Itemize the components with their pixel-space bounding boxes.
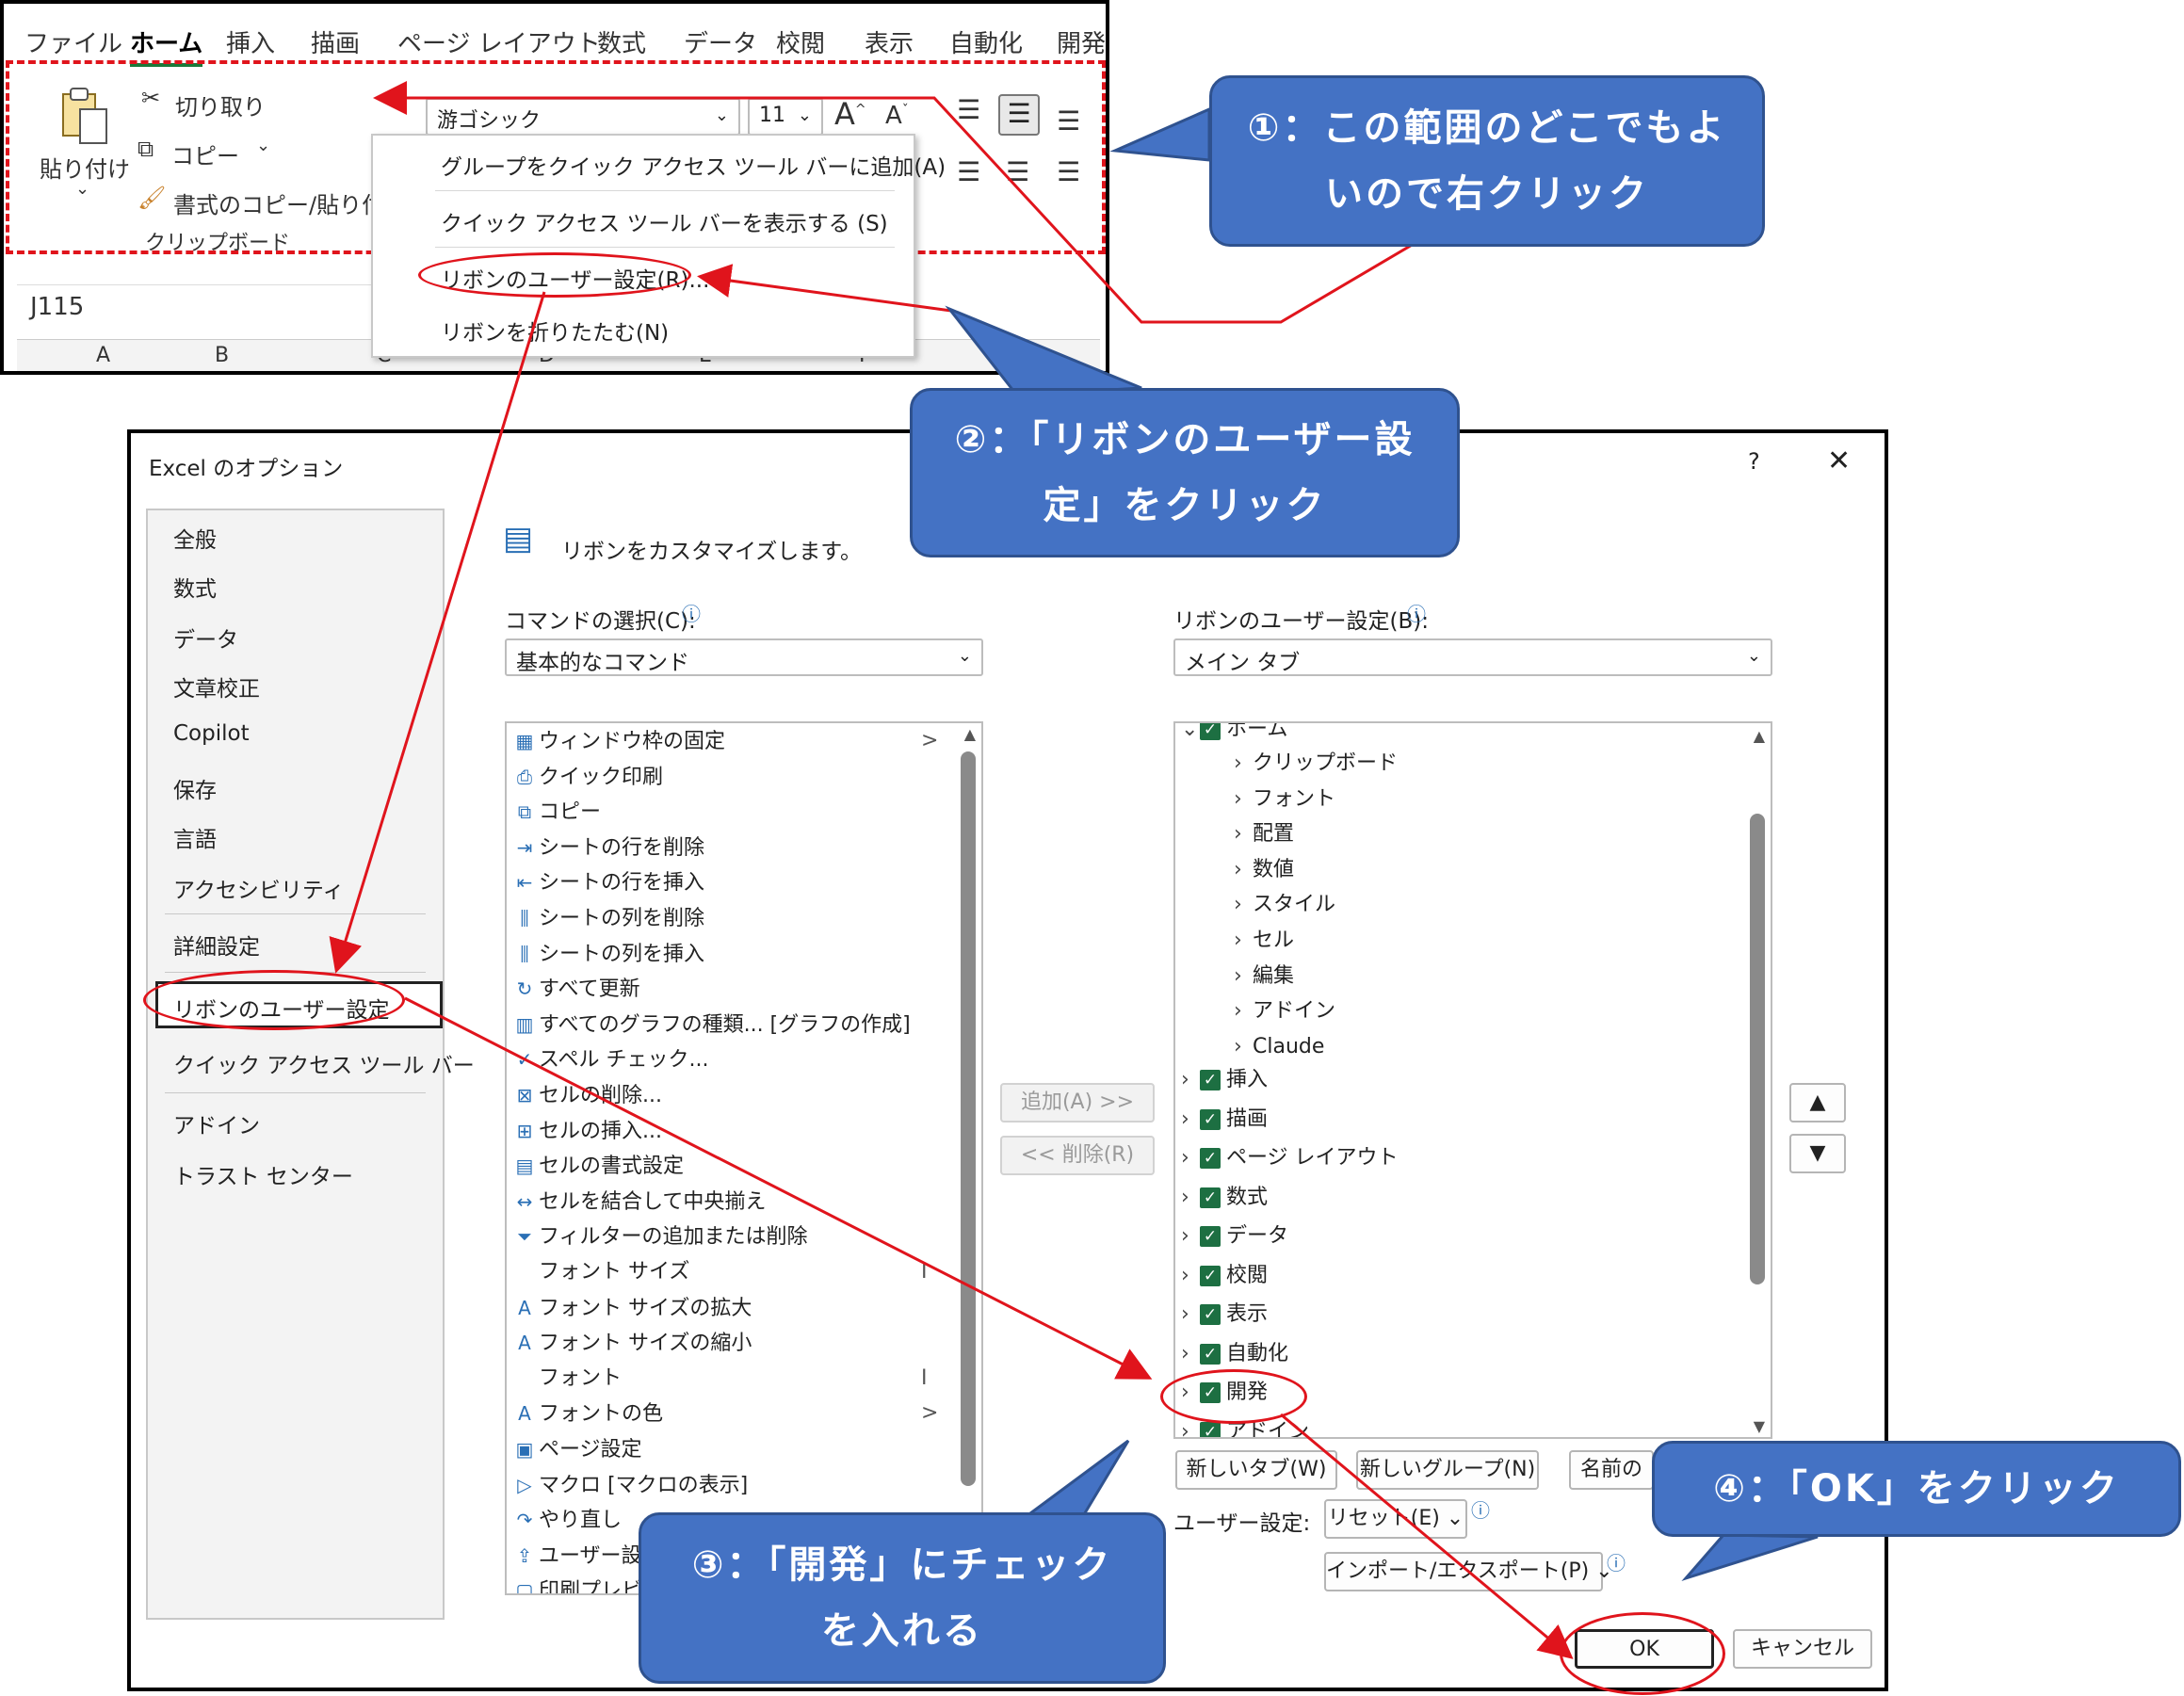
callout-step4: ④：「OK」をクリック bbox=[1652, 1441, 2181, 1537]
callout-step1: ①：この範囲のどこでもよいので右クリック bbox=[1209, 75, 1765, 247]
callout-step3: ③：「開発」にチェックを入れる bbox=[639, 1512, 1166, 1684]
callout-step2: ②：「リボンのユーザー設定」をクリック bbox=[910, 388, 1460, 557]
